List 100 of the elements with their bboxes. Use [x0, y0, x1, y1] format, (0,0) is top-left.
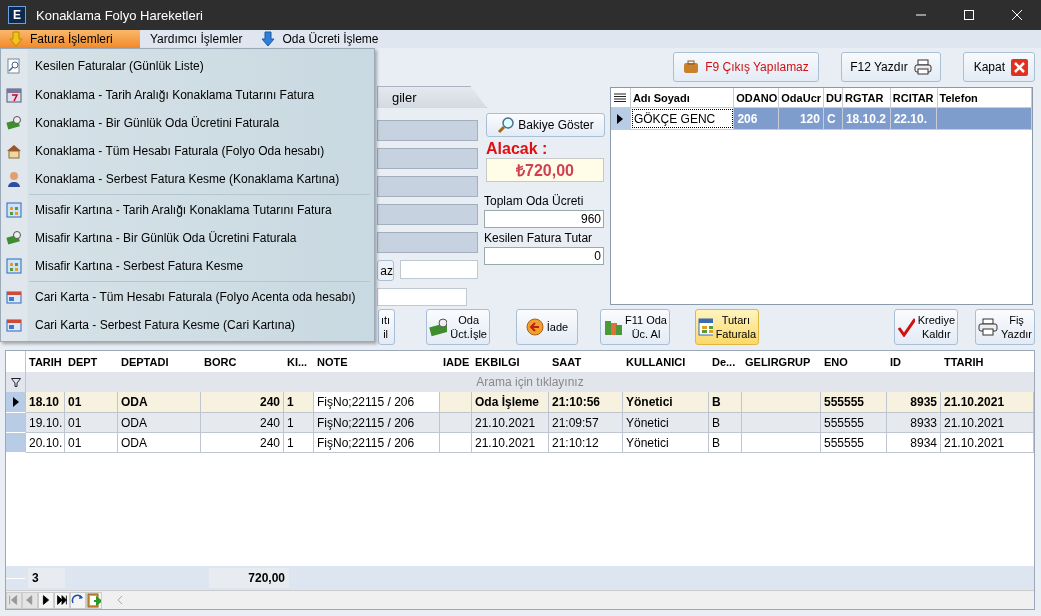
menu-item[interactable]: Konaklama - Bir Günlük Oda Ücretini Faturala	[1, 109, 374, 137]
close-icon[interactable]	[1011, 9, 1023, 21]
action-button[interactable]: İade	[516, 309, 578, 345]
checkout-button[interactable]: F9 Çıkış Yapılamaz	[673, 52, 819, 82]
window-icon	[6, 258, 22, 274]
column-header[interactable]: ID	[887, 351, 941, 372]
action-button[interactable]: Oda Üct.İşle	[426, 309, 490, 345]
menu-item[interactable]: Cari Karta - Tüm Hesabı Faturala (Folyo Acenta oda hesabı)	[1, 283, 374, 311]
table-cell: 19.10.	[26, 413, 65, 433]
menu-item[interactable]: Konaklama - Tarih Aralığı Konaklama Tutarını Fatura	[1, 81, 374, 109]
invoiced-amount-field[interactable]: 0	[484, 247, 604, 265]
input-field[interactable]	[377, 148, 478, 169]
filter-icon[interactable]	[10, 377, 21, 387]
column-header[interactable]: SAAT	[549, 351, 623, 372]
table-cell: 1	[284, 433, 314, 453]
row-indicator[interactable]	[6, 392, 26, 413]
column-header[interactable]: KI...	[284, 351, 314, 372]
action-button[interactable]: Fiş Yazdır	[975, 309, 1035, 345]
column-chooser-icon[interactable]	[614, 92, 627, 103]
column-header[interactable]: DEPT	[65, 351, 118, 372]
window-title: Konaklama Folyo Hareketleri	[36, 7, 203, 23]
column-header[interactable]: DU	[824, 88, 844, 107]
show-balance-button[interactable]: Bakiye Göster	[486, 113, 605, 137]
input-field[interactable]	[400, 260, 478, 279]
current-row-icon	[12, 397, 19, 407]
menu-item[interactable]: Fatura İşlemleri	[0, 30, 140, 48]
column-header[interactable]: OdaUcr	[779, 88, 825, 107]
invoiced-amount-label: Kesilen Fatura Tutar	[484, 231, 594, 245]
window-icon	[698, 318, 713, 336]
small-button[interactable]: az	[377, 260, 394, 281]
column-header[interactable]: NOTE	[314, 351, 440, 372]
refresh-button[interactable]	[70, 591, 86, 609]
input-field[interactable]	[377, 176, 478, 197]
menu-item[interactable]: Konaklama - Tüm Hesabı Faturala (Folyo Oda hesabı)	[1, 137, 374, 165]
money-icon	[429, 317, 448, 337]
action-button[interactable]: ıtı il	[378, 309, 395, 345]
action-button[interactable]: Krediye Kaldır	[894, 309, 958, 345]
table-cell: FişNo;22115 / 206	[314, 433, 440, 453]
money-icon	[6, 115, 22, 131]
column-header[interactable]: KULLANICI	[623, 351, 709, 372]
skip-icon	[55, 593, 69, 607]
house-icon	[6, 143, 22, 159]
table-cell: B	[709, 433, 742, 453]
column-header[interactable]: ODANO	[734, 88, 780, 107]
table-cell: 240	[201, 433, 284, 453]
tab[interactable]: giler	[377, 86, 487, 108]
table-cell: 22.10.	[890, 108, 938, 129]
row-indicator	[6, 577, 26, 579]
print-button[interactable]: F12 Yazdır	[841, 52, 941, 82]
column-header[interactable]: DEPTADI	[118, 351, 201, 372]
close-button[interactable]: Kapat	[963, 52, 1035, 82]
table-cell: 01	[65, 413, 118, 433]
column-header[interactable]: Telefon	[937, 88, 1032, 107]
input-field[interactable]	[377, 288, 467, 306]
table-cell: 21.10.2021	[941, 413, 1034, 433]
menu-item[interactable]: Misafir Kartına - Tarih Aralığı Konaklama Tutarını Fatura	[1, 196, 374, 224]
calendar-icon	[6, 87, 22, 103]
column-header[interactable]: TARIH	[26, 351, 65, 372]
export-button[interactable]	[86, 591, 102, 609]
input-field[interactable]	[377, 232, 478, 253]
column-header[interactable]: GELIRGRUP	[742, 351, 821, 372]
menu-item[interactable]: Oda Ücreti İşleme	[252, 30, 387, 48]
row-count: 3	[28, 568, 65, 588]
column-header[interactable]: De...	[709, 351, 742, 372]
maximize-icon[interactable]	[963, 9, 975, 21]
column-header[interactable]: BORC	[201, 351, 284, 372]
table-cell: 01	[65, 433, 118, 453]
column-header[interactable]: IADE	[440, 351, 472, 372]
money-icon	[6, 230, 22, 246]
action-button[interactable]: Tutarı Faturala	[695, 309, 759, 345]
total-room-fee-field[interactable]: 960	[484, 210, 604, 228]
input-field[interactable]	[377, 120, 478, 141]
menu-item[interactable]: Kesilen Faturalar (Günlük Liste)	[1, 51, 374, 81]
table-cell: FişNo;22115 / 206	[314, 392, 440, 413]
table-cell: 206	[734, 108, 780, 129]
input-field[interactable]	[377, 204, 478, 225]
table-cell	[440, 413, 472, 433]
table-cell: 240	[201, 413, 284, 433]
column-header[interactable]: TTARIH	[941, 351, 1034, 372]
last-record-button[interactable]	[54, 591, 70, 609]
column-header[interactable]: EKBILGI	[472, 351, 549, 372]
card-icon	[6, 317, 22, 333]
receivable-label: Alacak :	[486, 140, 549, 158]
card-icon	[6, 289, 22, 305]
column-header[interactable]: ENO	[821, 351, 887, 372]
column-header[interactable]: RGTAR	[843, 88, 891, 107]
column-header[interactable]: Adı Soyadı	[630, 88, 735, 107]
action-button[interactable]: F11 Oda Üc. Al	[600, 309, 670, 345]
menu-item[interactable]: Cari Karta - Serbest Fatura Kesme (Cari Kartına)	[1, 311, 374, 339]
column-header[interactable]: RCITAR	[890, 88, 938, 107]
table-cell: 21.10.2021	[472, 413, 549, 433]
menu-item[interactable]: Misafir Kartına - Bir Günlük Oda Ücretini Faturala	[1, 224, 374, 252]
table-cell: 120	[779, 108, 824, 129]
menu-item[interactable]: Konaklama - Serbest Fatura Kesme (Konaklama Kartına)	[1, 165, 374, 193]
scroll-left-icon[interactable]	[116, 595, 124, 605]
table-cell: Yönetici	[623, 413, 709, 433]
printer-icon	[978, 318, 998, 336]
next-record-button[interactable]	[38, 591, 54, 609]
menu-item[interactable]: Yardımcı İşlemler	[142, 30, 251, 48]
menu-item[interactable]: Misafir Kartına - Serbest Fatura Kesme	[1, 252, 374, 280]
